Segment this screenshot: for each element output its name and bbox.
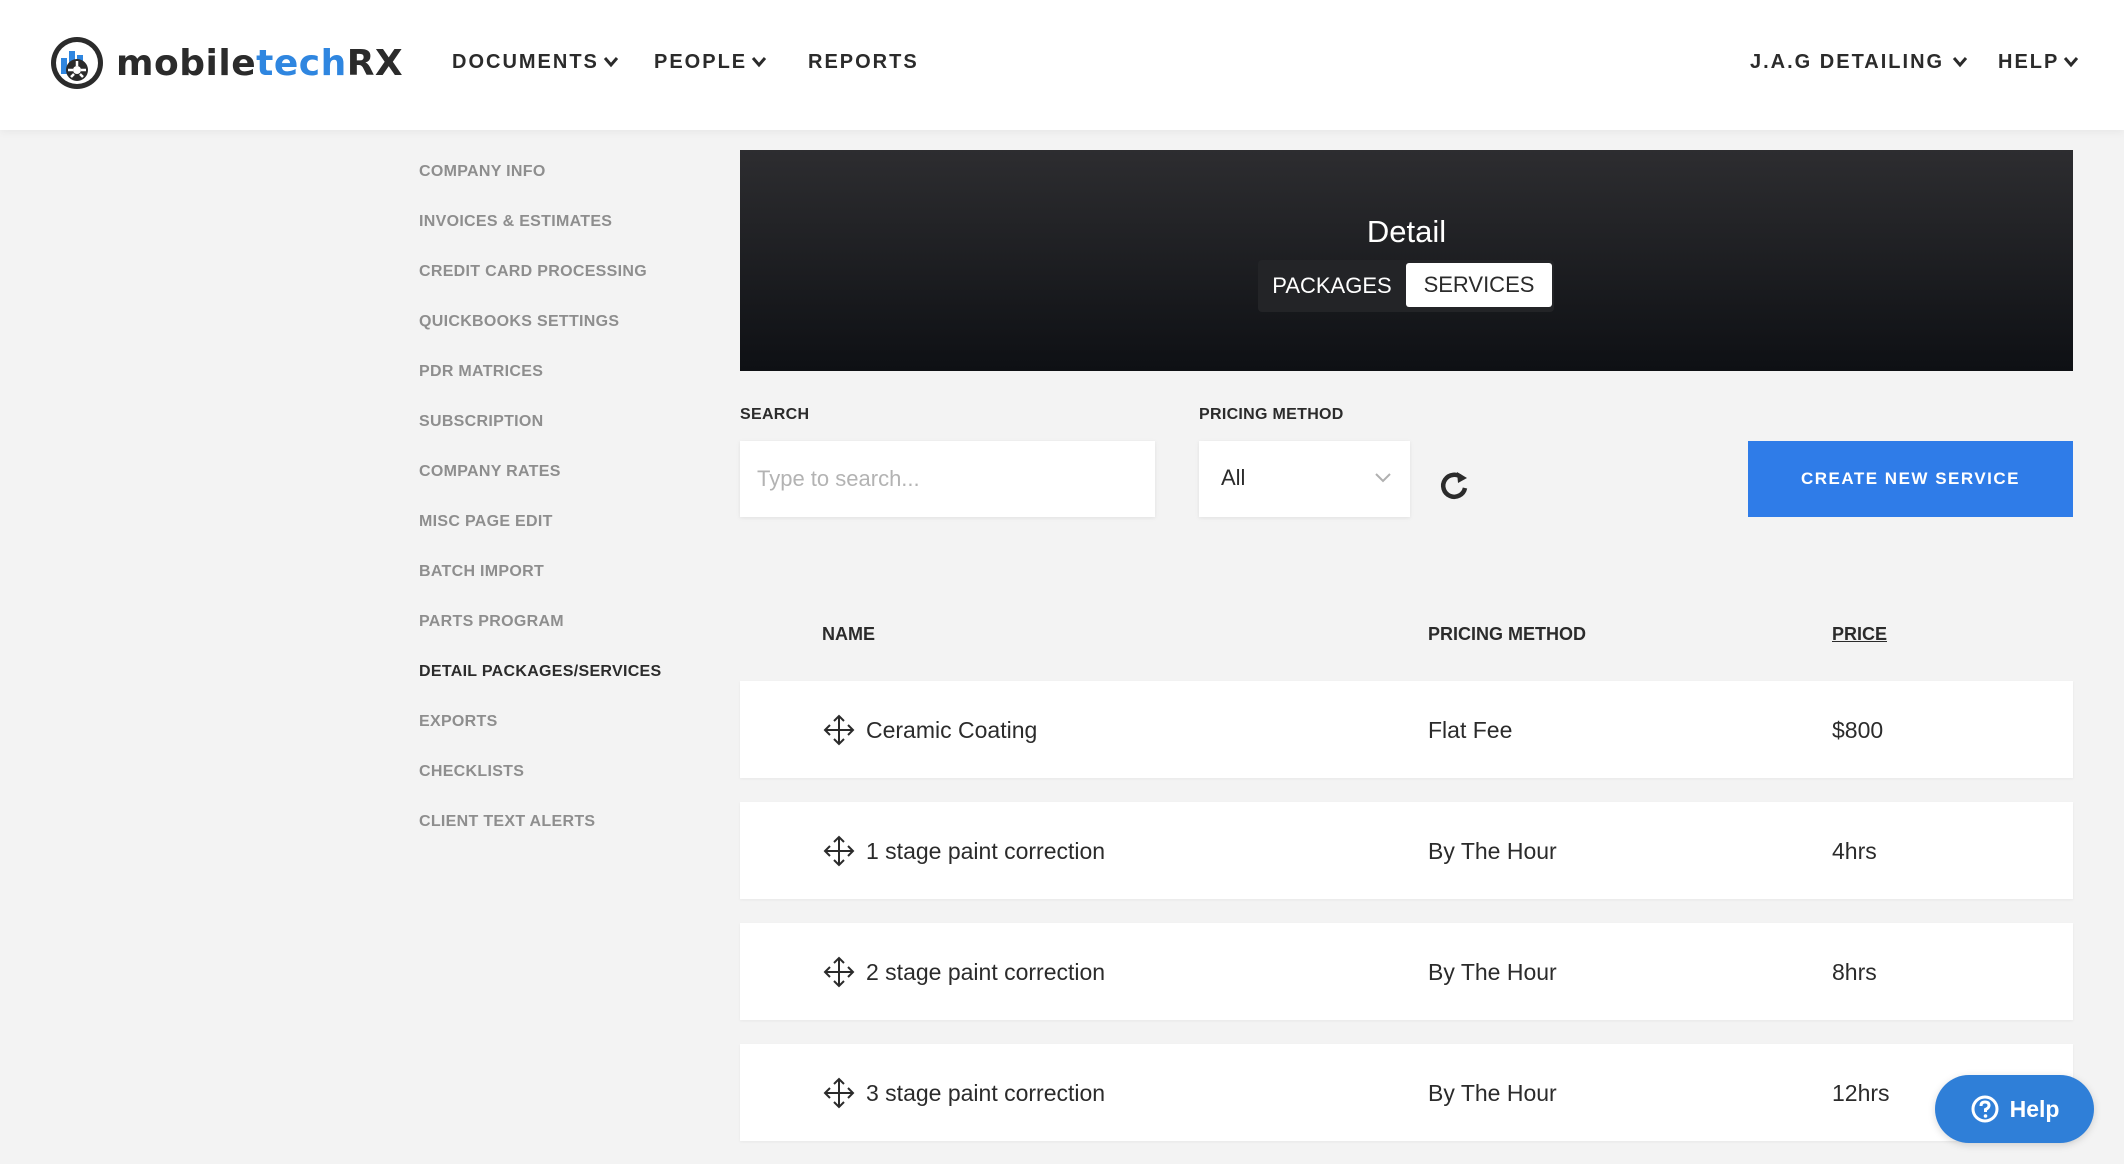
nav-company-menu[interactable]: J.A.G DETAILING	[1750, 47, 1968, 77]
pricing-method-value: All	[1221, 465, 1246, 490]
packages-services-toggle: PACKAGES SERVICES	[1258, 260, 1554, 312]
chevron-down-icon	[1952, 57, 1968, 68]
service-price: 4hrs	[1832, 838, 1877, 864]
service-pricing-method: Flat Fee	[1428, 717, 1513, 743]
sidebar-item-subscription[interactable]: SUBSCRIPTION	[419, 413, 544, 431]
column-header-price[interactable]: PRICE	[1832, 624, 1887, 645]
table-row[interactable]: 2 stage paint correction By The Hour 8hr…	[740, 923, 2073, 1020]
pricing-method-select[interactable]: All	[1199, 441, 1410, 517]
table-row[interactable]: 1 stage paint correction By The Hour 4hr…	[740, 802, 2073, 899]
service-price: 8hrs	[1832, 959, 1877, 985]
sidebar-item-checklists[interactable]: CHECKLISTS	[419, 763, 524, 781]
nav-help-menu[interactable]: HELP	[1998, 47, 2079, 77]
search-input[interactable]	[740, 441, 1155, 517]
brand-logo[interactable]: mobiletechRX	[50, 36, 403, 90]
move-arrows-icon[interactable]	[822, 834, 856, 868]
sidebar-item-company-rates[interactable]: COMPANY RATES	[419, 463, 561, 481]
sidebar-item-batch-import[interactable]: BATCH IMPORT	[419, 563, 544, 581]
nav-reports[interactable]: REPORTS	[808, 47, 919, 77]
move-arrows-icon[interactable]	[822, 713, 856, 747]
service-price: 12hrs	[1832, 1080, 1890, 1106]
sidebar-item-exports[interactable]: EXPORTS	[419, 713, 498, 731]
sidebar-item-pdr-matrices[interactable]: PDR MATRICES	[419, 363, 543, 381]
chevron-down-icon	[603, 57, 619, 68]
nav-people[interactable]: PEOPLE	[654, 47, 767, 77]
service-name: Ceramic Coating	[866, 717, 1038, 743]
detail-hero-banner: Detail PACKAGES SERVICES	[740, 150, 2073, 371]
tab-services[interactable]: SERVICES	[1406, 263, 1552, 307]
nav-documents[interactable]: DOCUMENTS	[452, 47, 619, 77]
service-price: $800	[1832, 717, 1884, 743]
table-row[interactable]: Ceramic Coating Flat Fee $800	[740, 681, 2073, 778]
sidebar-item-parts-program[interactable]: PARTS PROGRAM	[419, 613, 564, 631]
refresh-icon[interactable]	[1436, 468, 1472, 504]
sidebar-item-invoices-estimates[interactable]: INVOICES & ESTIMATES	[419, 213, 612, 231]
chevron-down-icon	[752, 57, 767, 68]
top-navigation-bar: mobiletechRX DOCUMENTS PEOPLE REPORTS J.…	[0, 0, 2124, 130]
column-header-name: NAME	[822, 624, 875, 644]
service-name: 2 stage paint correction	[866, 959, 1106, 985]
pricing-method-label: PRICING METHOD	[1199, 406, 1344, 423]
sidebar-item-client-text-alerts[interactable]: CLIENT TEXT ALERTS	[419, 813, 595, 831]
chevron-down-icon	[2064, 57, 2079, 68]
column-header-pricing-method: PRICING METHOD	[1428, 624, 1587, 644]
page-title: Detail	[1366, 214, 1447, 249]
sidebar-item-misc-page-edit[interactable]: MISC PAGE EDIT	[419, 513, 553, 531]
question-circle-icon	[1971, 1095, 1999, 1123]
service-pricing-method: By The Hour	[1428, 838, 1557, 864]
tab-packages[interactable]: PACKAGES	[1258, 260, 1406, 312]
sidebar-item-detail-packages-services[interactable]: DETAIL PACKAGES/SERVICES	[419, 663, 662, 681]
service-pricing-method: By The Hour	[1428, 959, 1557, 985]
table-row[interactable]: 3 stage paint correction By The Hour 12h…	[740, 1044, 2073, 1141]
move-arrows-icon[interactable]	[822, 955, 856, 989]
help-widget-label: Help	[2009, 1095, 2060, 1122]
sidebar-item-quickbooks-settings[interactable]: QUICKBOOKS SETTINGS	[419, 313, 619, 331]
sidebar-item-credit-card-processing[interactable]: CREDIT CARD PROCESSING	[419, 263, 647, 281]
sidebar-item-company-info[interactable]: COMPANY INFO	[419, 163, 546, 181]
chevron-down-icon	[1375, 473, 1391, 483]
brand-name: mobiletechRX	[116, 42, 404, 84]
create-new-service-button[interactable]: CREATE NEW SERVICE	[1748, 441, 2073, 517]
search-label: SEARCH	[740, 406, 810, 423]
service-pricing-method: By The Hour	[1428, 1080, 1557, 1106]
logo-wheel-icon	[51, 37, 103, 89]
service-name: 3 stage paint correction	[866, 1080, 1106, 1106]
service-name: 1 stage paint correction	[866, 838, 1106, 864]
help-widget-button[interactable]: Help	[1935, 1075, 2094, 1143]
move-arrows-icon[interactable]	[822, 1076, 856, 1110]
